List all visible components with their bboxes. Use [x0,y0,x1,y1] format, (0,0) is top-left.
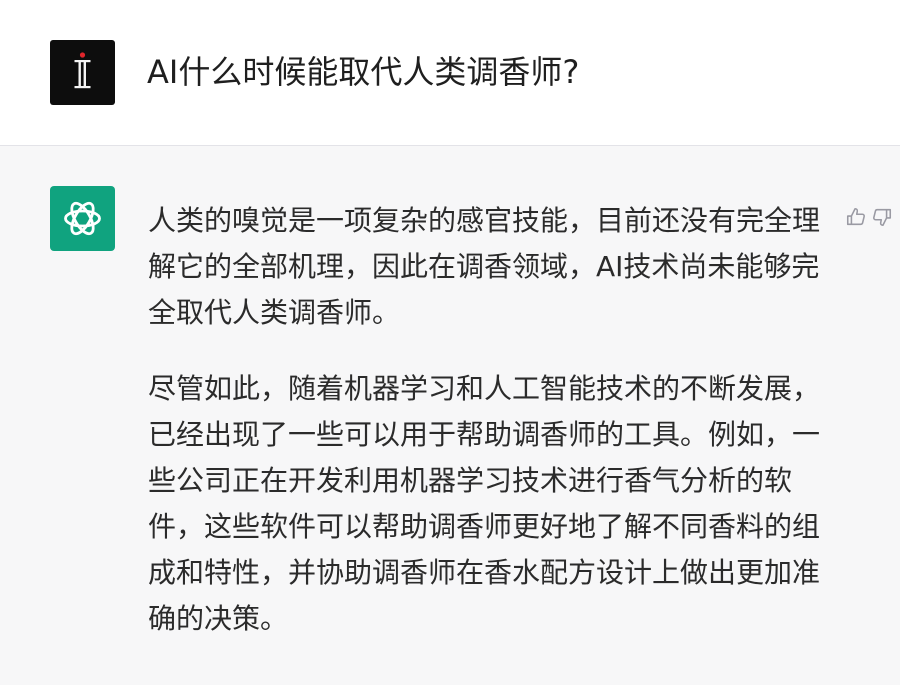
user-avatar-logo [74,52,91,89]
assistant-message-row: 人类的嗅觉是一项复杂的感官技能，目前还没有完全理解它的全部机理，因此在调香领域，… [0,146,900,685]
openai-logo-icon [64,201,101,236]
answer-paragraph: 尽管如此，随着机器学习和人工智能技术的不断发展，已经出现了一些可以用于帮助调香师… [148,372,821,635]
user-message-row: AI什么时候能取代人类调香师? [0,0,900,146]
chat-page: AI什么时候能取代人类调香师? 人类的嗅觉是一项复杂的感官技能，目前还没有完全理… [0,0,900,685]
user-question: AI什么时候能取代人类调香师? [147,53,580,91]
thumbs-up-icon[interactable] [845,206,867,228]
thumbs-down-icon[interactable] [871,206,893,228]
assistant-avatar [50,186,115,251]
assistant-answer: 人类的嗅觉是一项复杂的感官技能，目前还没有完全理解它的全部机理，因此在调香领域，… [148,198,840,642]
answer-paragraph: 人类的嗅觉是一项复杂的感官技能，目前还没有完全理解它的全部机理，因此在调香领域，… [148,204,821,329]
user-avatar [50,40,115,105]
feedback-buttons [845,206,893,228]
